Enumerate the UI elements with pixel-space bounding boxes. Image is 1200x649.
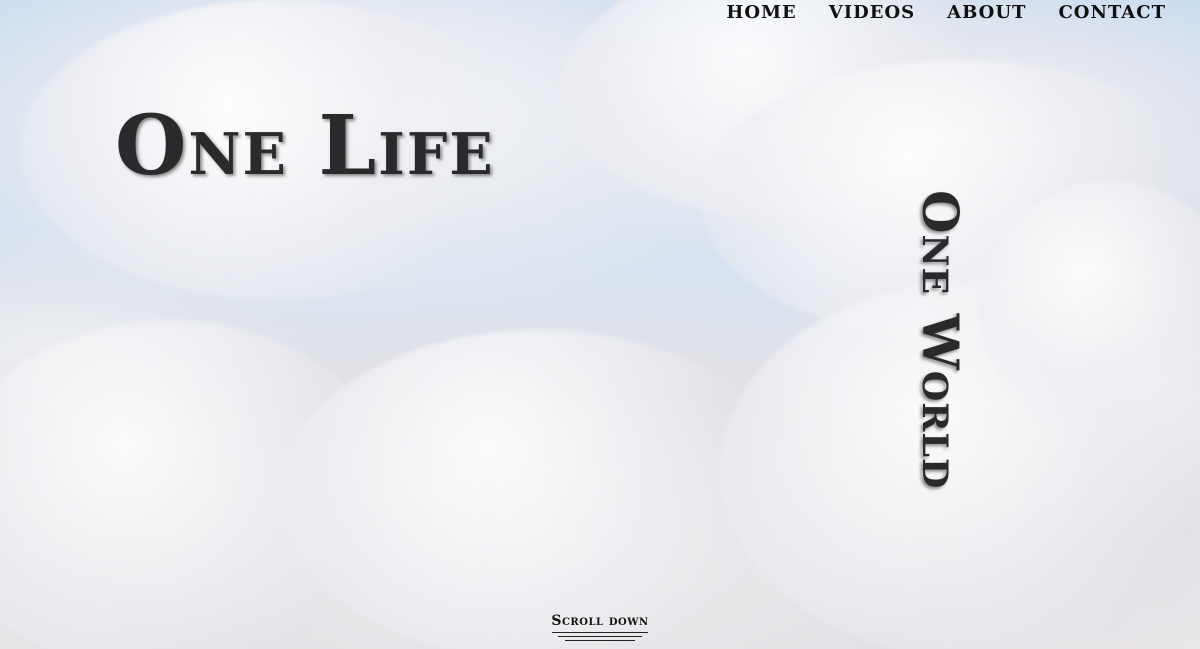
nav-home-link[interactable]: HOME — [726, 2, 796, 23]
hero-title-one-life: One Life — [115, 98, 495, 194]
nav-videos-link[interactable]: VIDEOS — [829, 2, 915, 23]
scroll-down-lines-icon — [552, 632, 648, 641]
hero-title-one-world: One World — [911, 190, 970, 490]
top-nav: HOME VIDEOS ABOUT CONTACT — [726, 0, 1166, 24]
scroll-down-label: Scroll down — [551, 613, 649, 629]
nav-contact-link[interactable]: CONTACT — [1058, 2, 1166, 23]
nav-about-link[interactable]: ABOUT — [947, 2, 1026, 23]
scroll-down-button[interactable]: Scroll down — [540, 612, 660, 644]
